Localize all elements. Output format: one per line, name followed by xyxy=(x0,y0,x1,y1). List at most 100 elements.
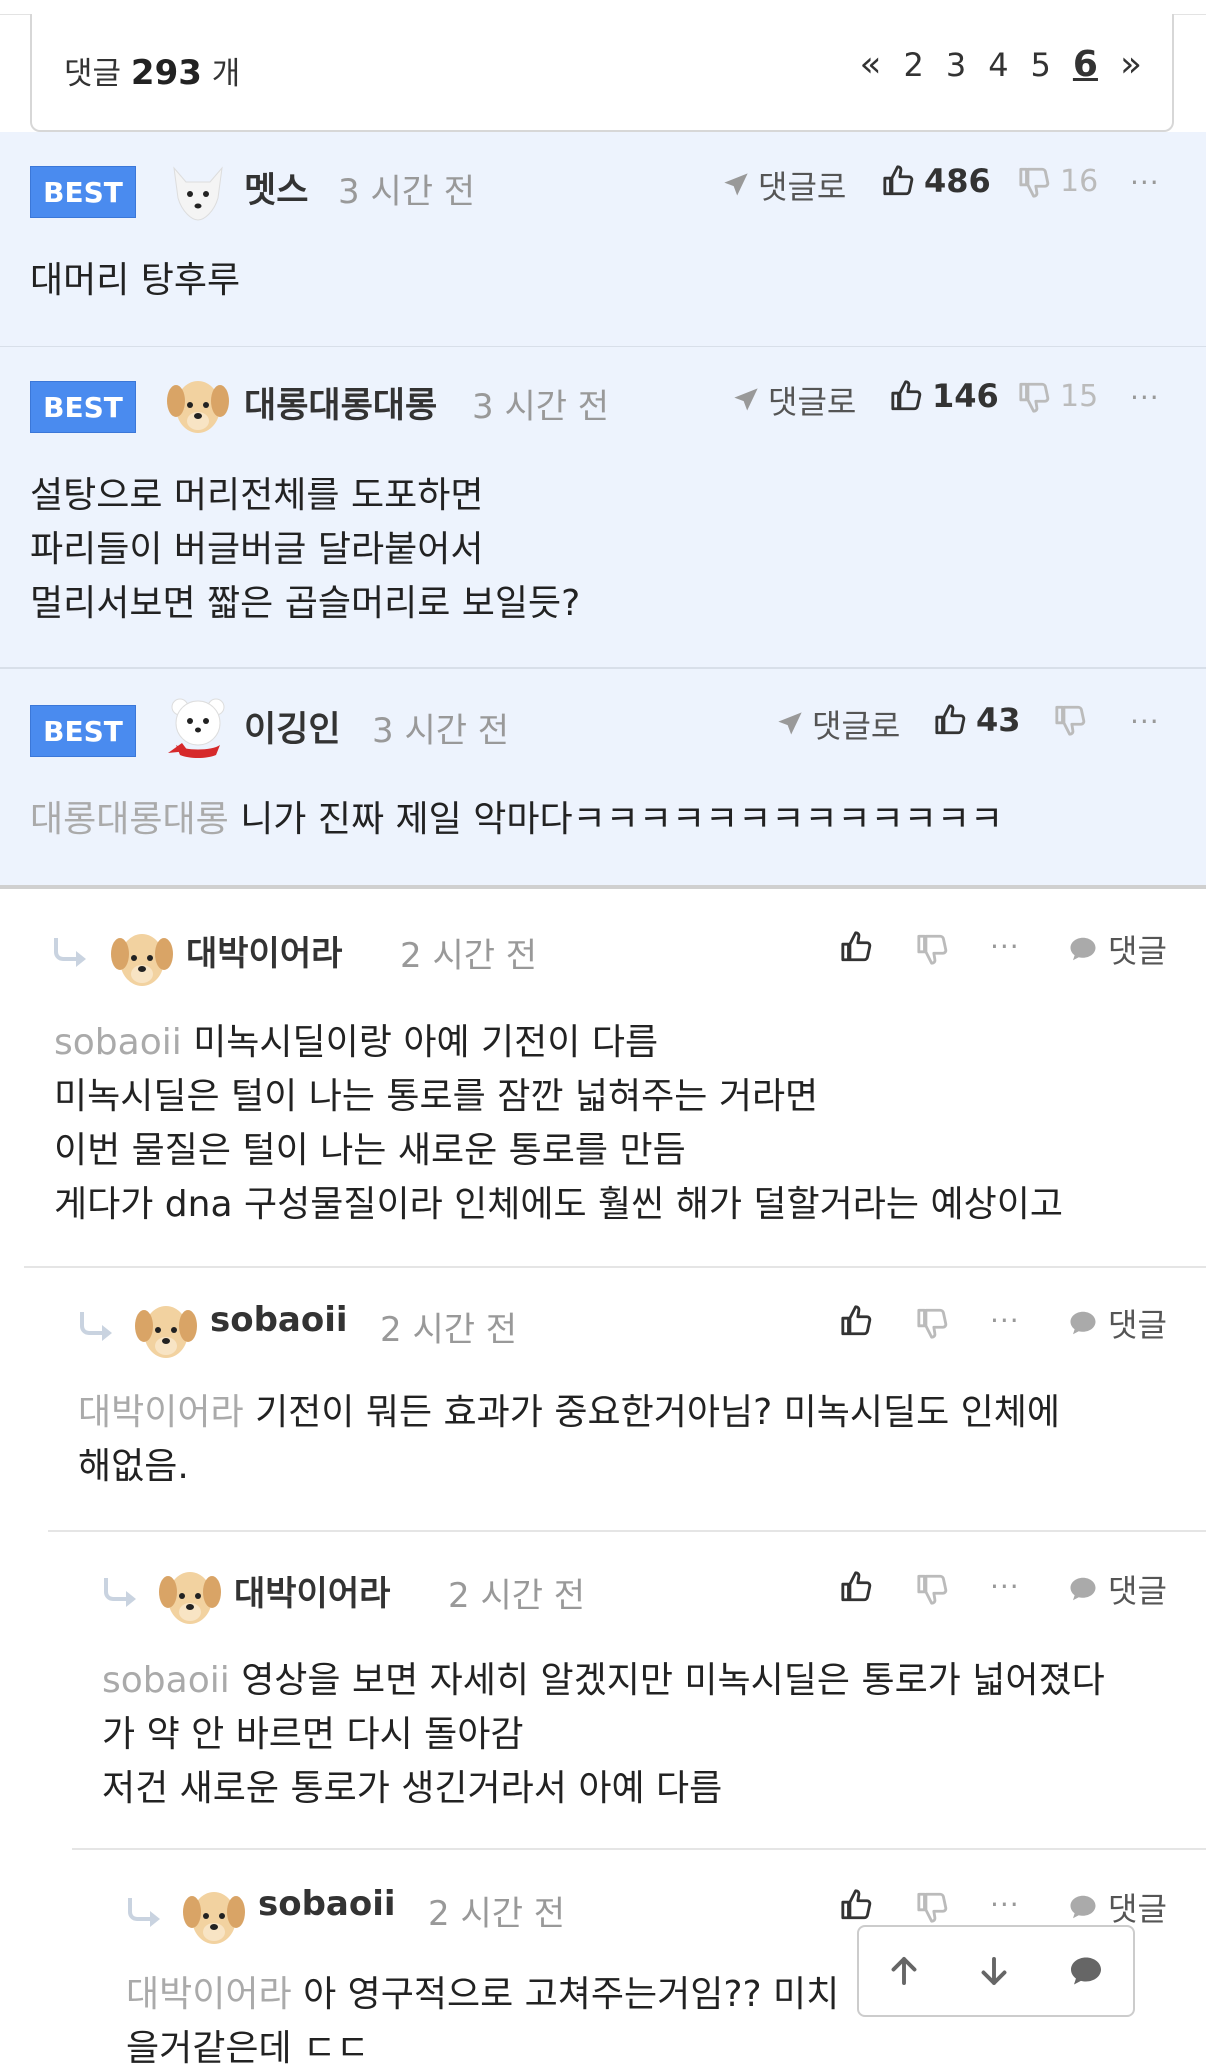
send-icon xyxy=(776,710,804,738)
downvote-button[interactable]: 15 xyxy=(1018,379,1098,414)
mention[interactable]: sobaoii xyxy=(54,1022,182,1063)
chat-bubble-icon xyxy=(1066,1574,1100,1604)
best-comment: BEST 대롱대롱대롱 3 시간 전 댓글로 146 15 ··· 설탕으로 머… xyxy=(0,347,1206,669)
more-button[interactable]: ··· xyxy=(1130,381,1160,414)
page-6-current[interactable]: 6 xyxy=(1073,44,1098,85)
count-prefix: 댓글 xyxy=(64,56,122,92)
reply-comment: 대박이어라 2 시간 전 ··· 댓글 sobaoii 미녹시딜이랑 아예 기전… xyxy=(24,890,1206,1266)
reply-link[interactable]: 댓글로 xyxy=(722,162,846,208)
thumb-up-icon[interactable] xyxy=(840,1304,874,1338)
timestamp: 2 시간 전 xyxy=(400,936,538,976)
upvote-button[interactable]: 43 xyxy=(934,701,1021,739)
thumb-up-icon xyxy=(882,164,916,198)
more-button[interactable]: ··· xyxy=(1130,166,1160,199)
reply-comment: 대박이어라 2 시간 전 ··· 댓글 sobaoii 영상을 보면 자세히 알… xyxy=(48,1530,1206,1850)
thumb-up-icon[interactable] xyxy=(840,930,874,964)
comment-body: 니가 진짜 제일 악마다ㅋㅋㅋㅋㅋㅋㅋㅋㅋㅋㅋㅋㅋ xyxy=(240,799,1004,840)
timestamp: 3 시간 전 xyxy=(372,711,510,751)
mention[interactable]: 대박이어라 xyxy=(126,1974,292,2015)
nickname[interactable]: sobaoii xyxy=(258,1884,396,1924)
upvote-button[interactable]: 146 xyxy=(890,377,999,415)
thumb-down-icon[interactable] xyxy=(916,1572,950,1606)
avatar[interactable] xyxy=(104,920,180,996)
downvote-button[interactable]: 16 xyxy=(1018,164,1098,199)
thumb-down-icon[interactable] xyxy=(916,1890,950,1924)
comment-text: 대롱대롱대롱 니가 진짜 제일 악마다ㅋㅋㅋㅋㅋㅋㅋㅋㅋㅋㅋㅋㅋ xyxy=(30,793,1003,847)
comment-count: 댓글 293 개 xyxy=(64,48,240,93)
reply-button[interactable]: 댓글 xyxy=(1066,1300,1167,1346)
reply-button[interactable]: 댓글 xyxy=(1066,1566,1167,1612)
nickname[interactable]: 이깅인 xyxy=(244,701,341,752)
nickname[interactable]: sobaoii xyxy=(210,1300,348,1340)
chat-bubble-icon[interactable] xyxy=(1066,1953,1106,1989)
thumb-up-icon xyxy=(890,379,924,413)
reply-link[interactable]: 댓글로 xyxy=(776,701,900,747)
upvote-count: 146 xyxy=(932,377,999,415)
avatar[interactable] xyxy=(152,1558,228,1634)
next-page-button[interactable]: » xyxy=(1120,44,1142,85)
nickname[interactable]: 멧스 xyxy=(244,162,308,213)
thumb-up-icon[interactable] xyxy=(840,1570,874,1604)
reply-arrow-icon xyxy=(76,1310,116,1346)
downvote-button[interactable] xyxy=(1054,703,1096,737)
nickname[interactable]: 대박이어라 xyxy=(186,926,342,975)
thumb-down-icon xyxy=(1018,165,1052,199)
upvote-count: 43 xyxy=(976,701,1021,739)
mention[interactable]: 대박이어라 xyxy=(78,1392,244,1433)
arrow-down-icon[interactable] xyxy=(976,1953,1012,1989)
reply-comment: sobaoii 2 시간 전 ··· 댓글 대박이어라 기전이 뭐든 효과가 중… xyxy=(24,1266,1206,1532)
thumb-down-icon[interactable] xyxy=(916,1306,950,1340)
timestamp: 2 시간 전 xyxy=(448,1576,586,1616)
reply-button-label: 댓글 xyxy=(1108,932,1167,970)
reply-link[interactable]: 댓글로 xyxy=(732,377,856,423)
pagination: « 2 3 4 5 6 » xyxy=(859,44,1142,85)
upvote-button[interactable]: 486 xyxy=(882,162,991,200)
chat-bubble-icon xyxy=(1066,1892,1100,1922)
arrow-up-icon[interactable] xyxy=(886,1953,922,1989)
more-button[interactable]: ··· xyxy=(990,1570,1020,1603)
page-5[interactable]: 5 xyxy=(1031,46,1051,84)
mention[interactable]: sobaoii xyxy=(102,1660,230,1701)
nickname[interactable]: 대롱대롱대롱 xyxy=(244,377,437,428)
avatar[interactable] xyxy=(160,689,236,765)
mention[interactable]: 대롱대롱대롱 xyxy=(30,799,229,840)
thumb-up-icon[interactable] xyxy=(840,1888,874,1922)
downvote-count: 16 xyxy=(1060,164,1099,199)
comment-body: 대머리 탕후루 xyxy=(30,260,241,301)
page-4[interactable]: 4 xyxy=(988,46,1008,84)
comment-body: 미녹시딜이랑 아예 기전이 다름 미녹시딜은 털이 나는 통로를 잠깐 넓혀주는… xyxy=(54,1022,1063,1225)
reply-button[interactable]: 댓글 xyxy=(1066,1884,1167,1930)
comment-text: sobaoii 미녹시딜이랑 아예 기전이 다름 미녹시딜은 털이 나는 통로를… xyxy=(54,1016,1063,1232)
thumb-down-icon xyxy=(1018,380,1052,414)
thumb-down-icon xyxy=(1054,703,1088,737)
avatar[interactable] xyxy=(176,1878,252,1954)
best-comment: BEST 이깅인 3 시간 전 댓글로 43 ··· 대롱대롱대롱 니가 진짜 … xyxy=(0,669,1206,889)
page-3[interactable]: 3 xyxy=(946,46,966,84)
best-badge: BEST xyxy=(30,705,136,757)
upvote-count: 486 xyxy=(924,162,991,200)
comment-body: 영상을 보면 자세히 알겠지만 미녹시딜은 통로가 넓어졌다 가 약 안 바르면… xyxy=(102,1660,1105,1809)
avatar[interactable] xyxy=(128,1292,204,1368)
page-2[interactable]: 2 xyxy=(903,46,923,84)
reply-button[interactable]: 댓글 xyxy=(1066,926,1167,972)
chat-bubble-icon xyxy=(1066,934,1100,964)
more-button[interactable]: ··· xyxy=(990,1888,1020,1921)
avatar[interactable] xyxy=(160,150,236,226)
reply-arrow-icon xyxy=(100,1576,140,1612)
reply-arrow-icon xyxy=(124,1896,164,1932)
comment-text: sobaoii 영상을 보면 자세히 알겠지만 미녹시딜은 통로가 넓어졌다 가… xyxy=(102,1654,1105,1816)
more-button[interactable]: ··· xyxy=(990,930,1020,963)
comment-text: 대머리 탕후루 xyxy=(30,254,240,308)
comment-header: 댓글 293 개 « 2 3 4 5 6 » xyxy=(30,14,1174,132)
more-button[interactable]: ··· xyxy=(1130,705,1160,738)
count-value: 293 xyxy=(130,53,202,93)
count-suffix: 개 xyxy=(211,56,241,92)
more-button[interactable]: ··· xyxy=(990,1304,1020,1337)
chat-bubble-icon xyxy=(1066,1308,1100,1338)
comment-text: 대박이어라 아 영구적으로 고쳐주는거임?? 미치 을거같은데 ㄷㄷ xyxy=(126,1968,839,2069)
prev-page-button[interactable]: « xyxy=(859,44,881,85)
nickname[interactable]: 대박이어라 xyxy=(234,1566,390,1615)
thumb-down-icon[interactable] xyxy=(916,932,950,966)
avatar[interactable] xyxy=(160,367,236,443)
timestamp: 3 시간 전 xyxy=(472,387,610,427)
